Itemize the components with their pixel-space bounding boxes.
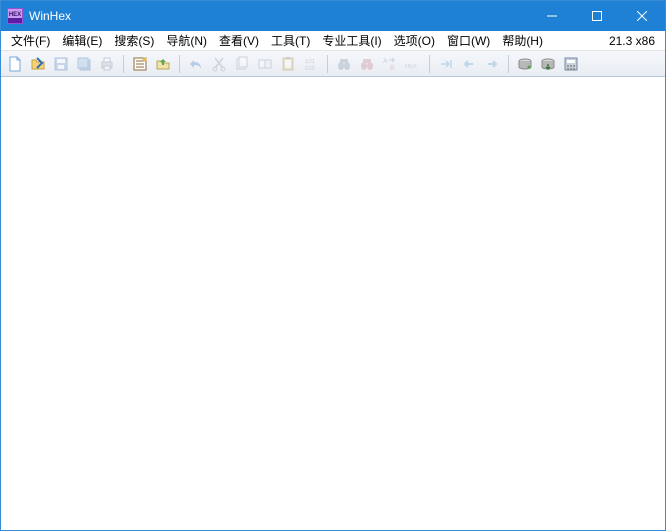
cut-icon	[211, 56, 227, 72]
find-text-button[interactable]	[334, 54, 354, 74]
disk-arrow-icon	[540, 56, 556, 72]
folder-up-button[interactable]	[153, 54, 173, 74]
go-back-button[interactable]	[459, 54, 479, 74]
toolbar: 101010 AB HEX	[1, 51, 665, 77]
menu-window[interactable]: 窗口(W)	[441, 31, 496, 50]
svg-text:101: 101	[305, 59, 316, 65]
calculator-button[interactable]	[561, 54, 581, 74]
menubar: 文件(F) 编辑(E) 搜索(S) 导航(N) 查看(V) 工具(T) 专业工具…	[1, 31, 665, 51]
paste-icon	[280, 56, 296, 72]
open-memory-button[interactable]	[538, 54, 558, 74]
arrow-right-bar-icon	[438, 56, 454, 72]
titlebar: HEX WinHex	[1, 1, 665, 31]
go-first-button[interactable]	[436, 54, 456, 74]
open-disk-button[interactable]	[515, 54, 535, 74]
save-icon	[53, 56, 69, 72]
save-all-button[interactable]	[74, 54, 94, 74]
menu-options[interactable]: 选项(O)	[388, 31, 441, 50]
app-icon: HEX	[7, 8, 23, 24]
window-title: WinHex	[29, 9, 71, 23]
replace-hex-icon: HEX	[405, 56, 421, 72]
app-window: HEX WinHex 文件(F) 编辑(E) 搜索(S) 导航(N) 查看(V)…	[0, 0, 666, 531]
hex-ascii-icon: 101010	[303, 56, 319, 72]
menu-view[interactable]: 查看(V)	[213, 31, 265, 50]
folder-up-icon	[155, 56, 171, 72]
menu-edit[interactable]: 编辑(E)	[56, 31, 108, 50]
menu-search[interactable]: 搜索(S)	[108, 31, 160, 50]
replace-hex-button[interactable]: HEX	[403, 54, 423, 74]
find-hex-button[interactable]	[357, 54, 377, 74]
properties-button[interactable]	[130, 54, 150, 74]
disk-tool-icon	[563, 56, 579, 72]
undo-icon	[188, 56, 204, 72]
copy-icon	[234, 56, 250, 72]
toolbar-separator	[508, 55, 509, 73]
copy-block-icon	[257, 56, 273, 72]
replace-text-button[interactable]: AB	[380, 54, 400, 74]
svg-text:HEX: HEX	[9, 12, 21, 18]
svg-text:B: B	[390, 65, 395, 72]
client-area	[1, 77, 665, 530]
disk-icon	[517, 56, 533, 72]
maximize-button[interactable]	[574, 1, 619, 31]
properties-icon	[132, 56, 148, 72]
version-label: 21.3 x86	[609, 34, 661, 48]
print-button[interactable]	[97, 54, 117, 74]
go-forward-button[interactable]	[482, 54, 502, 74]
toolbar-separator	[179, 55, 180, 73]
open-file-button[interactable]	[28, 54, 48, 74]
hex-ascii-button[interactable]: 101010	[301, 54, 321, 74]
copy-button[interactable]	[232, 54, 252, 74]
menu-file[interactable]: 文件(F)	[5, 31, 56, 50]
save-button[interactable]	[51, 54, 71, 74]
toolbar-separator	[429, 55, 430, 73]
menu-specialist[interactable]: 专业工具(I)	[316, 31, 387, 50]
svg-text:X: X	[413, 64, 417, 70]
save-all-icon	[76, 56, 92, 72]
menu-help[interactable]: 帮助(H)	[496, 31, 549, 50]
copy-block-button[interactable]	[255, 54, 275, 74]
cut-button[interactable]	[209, 54, 229, 74]
svg-text:010: 010	[305, 66, 316, 72]
replace-text-icon: AB	[382, 56, 398, 72]
menu-tools[interactable]: 工具(T)	[265, 31, 316, 50]
arrow-right-icon	[484, 56, 500, 72]
close-button[interactable]	[619, 1, 665, 31]
toolbar-separator	[327, 55, 328, 73]
minimize-button[interactable]	[529, 1, 574, 31]
toolbar-separator	[123, 55, 124, 73]
undo-button[interactable]	[186, 54, 206, 74]
binoculars-red-icon	[359, 56, 375, 72]
new-file-button[interactable]	[5, 54, 25, 74]
menu-navigate[interactable]: 导航(N)	[160, 31, 213, 50]
paste-button[interactable]	[278, 54, 298, 74]
svg-text:A: A	[383, 58, 388, 65]
new-file-icon	[7, 56, 23, 72]
binoculars-icon	[336, 56, 352, 72]
arrow-left-icon	[461, 56, 477, 72]
print-icon	[99, 56, 115, 72]
open-folder-icon	[30, 56, 46, 72]
